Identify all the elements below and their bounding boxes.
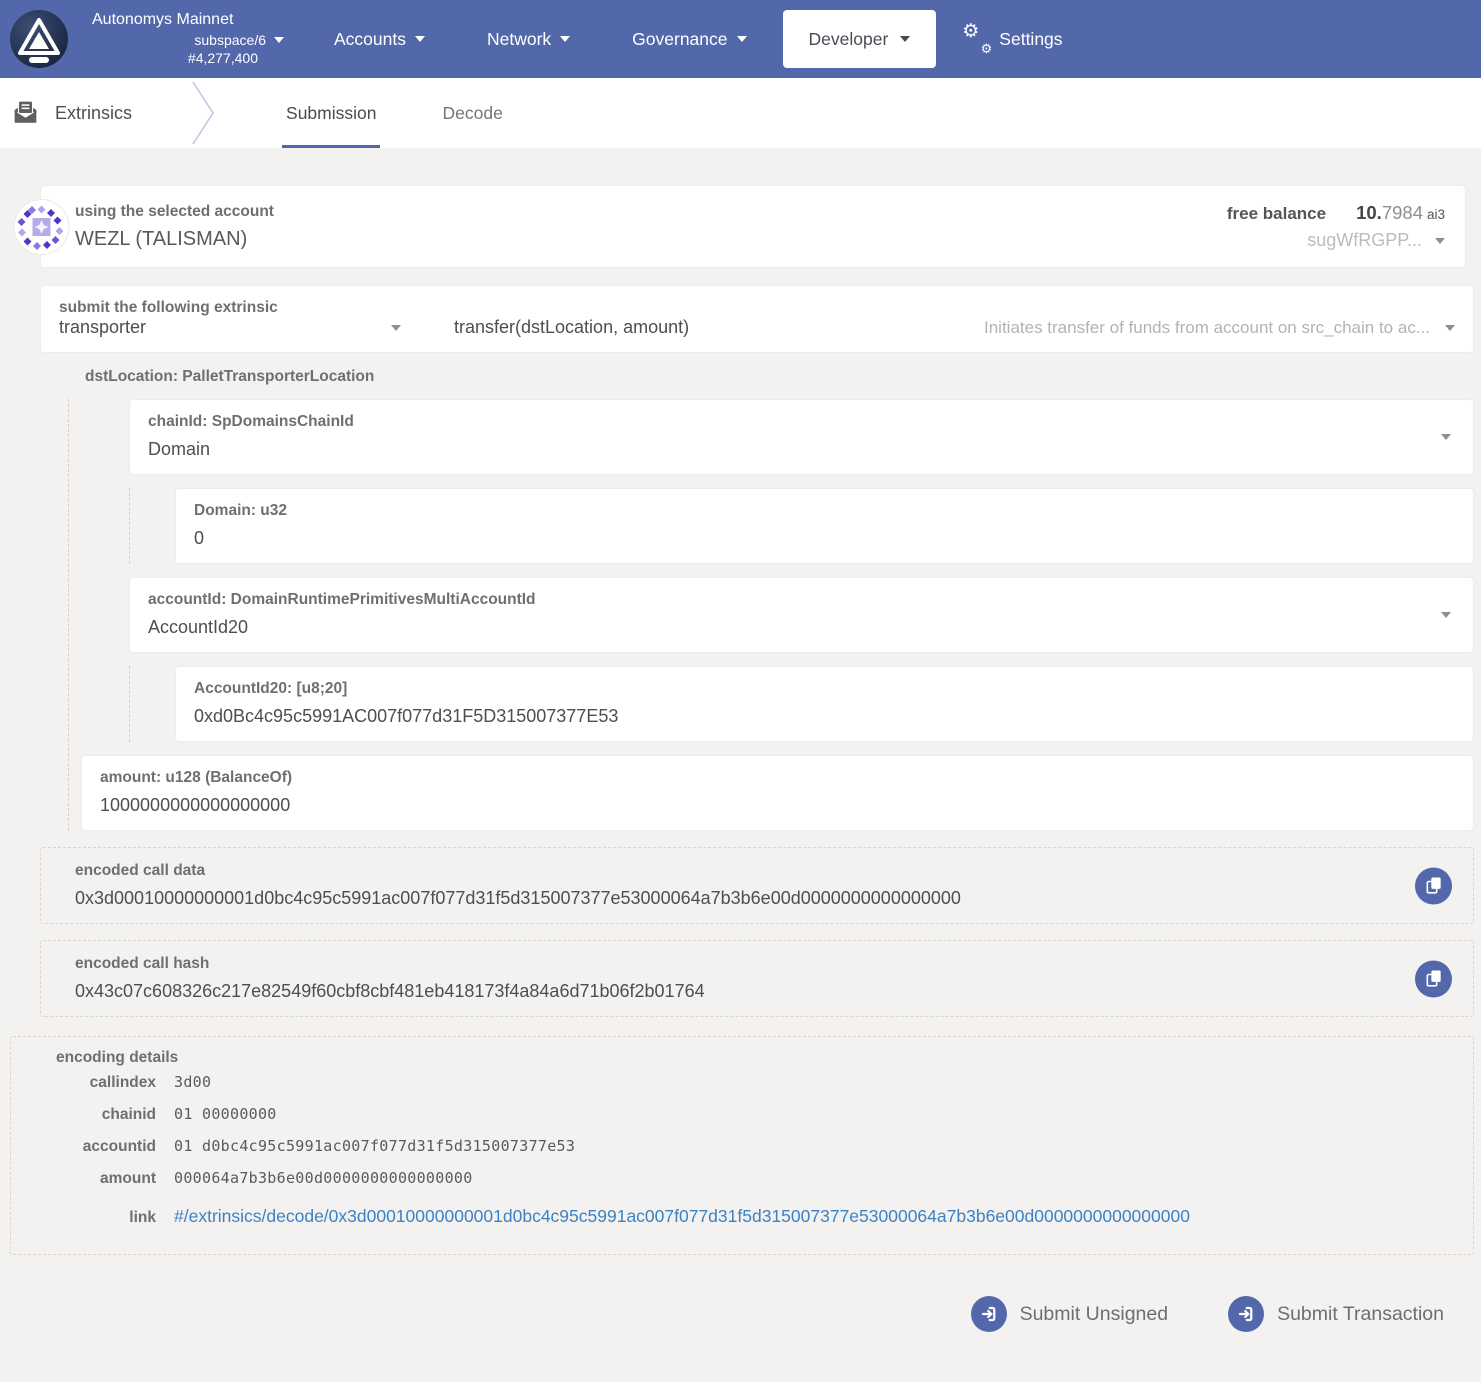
encoded-call-hash-box: encoded call hash 0x43c07c608326c217e825…	[40, 940, 1474, 1017]
detail-row-chainid: chainid 01 00000000	[31, 1105, 1453, 1137]
envelope-open-text-icon	[12, 100, 39, 126]
extrinsic-section: submit the following extrinsic transport…	[40, 285, 1474, 831]
encoded-call-data-box: encoded call data 0x3d00010000000001d0bc…	[40, 847, 1474, 924]
detail-row-amount: amount 000064a7b3b6e00d0000000000000000	[31, 1169, 1453, 1201]
method-select[interactable]: Initiates transfer of funds from account…	[984, 318, 1455, 338]
extrinsic-params: dstLocation: PalletTransporterLocation c…	[40, 368, 1474, 831]
chevron-down-icon	[1441, 612, 1451, 618]
chain-info: Autonomys Mainnet subspace/6 #4,277,400	[92, 10, 284, 67]
chevron-down-icon	[737, 36, 747, 42]
balance-int: 10.	[1356, 202, 1382, 223]
copy-icon	[1426, 877, 1442, 895]
nav-item-accounts[interactable]: Accounts	[334, 29, 425, 50]
nav-item-governance[interactable]: Governance	[632, 29, 746, 50]
chevron-down-icon	[900, 36, 910, 42]
runtime-selector[interactable]: subspace/6	[92, 31, 284, 49]
copy-call-data-button[interactable]	[1415, 867, 1452, 904]
param-amount-value: 1000000000000000000	[100, 795, 290, 815]
extrinsic-select-box: submit the following extrinsic transport…	[40, 285, 1474, 353]
encoded-call-data-value: 0x3d00010000000001d0bc4c95c5991ac007f077…	[75, 888, 961, 908]
sign-in-arrow-icon	[971, 1296, 1007, 1332]
breadcrumb-separator	[190, 80, 216, 146]
account-name: WEZL (TALISMAN)	[75, 228, 274, 251]
page-tabbar: Extrinsics Submission Decode	[0, 78, 1481, 148]
main-nav: Accounts Network Governance Developer ⚙⚙…	[334, 10, 1063, 68]
encoded-call-hash-label: encoded call hash	[75, 955, 1383, 973]
chevron-down-icon	[1441, 434, 1451, 440]
param-domain-value: 0	[194, 528, 204, 548]
chain-name: Autonomys Mainnet	[92, 10, 284, 31]
account-selector[interactable]: using the selected account WEZL (TALISMA…	[40, 185, 1466, 268]
nav-item-network[interactable]: Network	[487, 29, 570, 50]
balance-unit: ai3	[1427, 207, 1445, 222]
param-accountid-select[interactable]: accountId: DomainRuntimePrimitivesMultiA…	[129, 577, 1474, 653]
selected-account: using the selected account WEZL (TALISMA…	[75, 203, 274, 251]
encoded-call-hash-value: 0x43c07c608326c217e82549f60cbf8cbf481eb4…	[75, 981, 705, 1001]
param-nesting-level-2: Domain: u32 0	[129, 488, 1474, 564]
copy-call-hash-button[interactable]	[1415, 960, 1452, 997]
balance-frac: 7984	[1382, 202, 1423, 223]
param-accountid-value: AccountId20	[148, 617, 248, 637]
free-balance: free balance 10.7984ai3	[1227, 202, 1445, 224]
account-label: using the selected account	[75, 203, 274, 221]
account-address-dropdown[interactable]: sugWfRGPP...	[1227, 230, 1445, 251]
chevron-down-icon	[1445, 325, 1455, 331]
param-chainid-value: Domain	[148, 439, 210, 459]
method-name: transfer(dstLocation, amount)	[454, 317, 689, 338]
param-nesting-level-2b: AccountId20: [u8;20] 0xd0Bc4c95c5991AC00…	[129, 666, 1474, 742]
decode-link[interactable]: #/extrinsics/decode/0x3d00010000000001d0…	[174, 1206, 1190, 1227]
submit-transaction-button[interactable]: Submit Transaction	[1222, 1295, 1450, 1333]
chevron-down-icon	[274, 37, 284, 43]
param-domain-input[interactable]: Domain: u32 0	[175, 488, 1474, 564]
best-block-number: #4,277,400	[92, 49, 284, 67]
action-buttons: Submit Unsigned Submit Transaction	[0, 1295, 1450, 1333]
account-identicon	[13, 198, 70, 255]
runtime-label: subspace/6	[194, 31, 266, 49]
encoding-details-box: encoding details callindex 3d00 chainid …	[10, 1036, 1474, 1255]
param-dstlocation-label: dstLocation: PalletTransporterLocation	[40, 368, 1474, 386]
top-navbar: Autonomys Mainnet subspace/6 #4,277,400 …	[0, 0, 1481, 78]
tab-decode[interactable]: Decode	[430, 78, 514, 148]
chevron-down-icon	[415, 36, 425, 42]
sign-in-arrow-icon	[1228, 1296, 1264, 1332]
main-content: using the selected account WEZL (TALISMA…	[0, 148, 1481, 1333]
chevron-down-icon	[560, 36, 570, 42]
chevron-down-icon	[1435, 238, 1445, 244]
param-accountid20-input[interactable]: AccountId20: [u8;20] 0xd0Bc4c95c5991AC00…	[175, 666, 1474, 742]
detail-row-accountid: accountid 01 d0bc4c95c5991ac007f077d31f5…	[31, 1137, 1453, 1169]
tab-submission[interactable]: Submission	[274, 78, 388, 148]
section-head: Extrinsics	[12, 78, 132, 148]
nav-item-settings[interactable]: ⚙⚙ Settings	[964, 26, 1062, 52]
account-address-short: sugWfRGPP...	[1307, 230, 1422, 251]
account-balance-block: free balance 10.7984ai3 sugWfRGPP...	[1227, 202, 1445, 251]
extrinsic-label: submit the following extrinsic	[59, 299, 278, 316]
pallet-select[interactable]: transporter	[59, 317, 401, 338]
chevron-down-icon	[391, 325, 401, 331]
nav-item-developer-active[interactable]: Developer	[783, 10, 937, 68]
method-description: Initiates transfer of funds from account…	[984, 318, 1430, 338]
detail-row-link: link #/extrinsics/decode/0x3d00010000000…	[31, 1206, 1453, 1238]
autonomys-logo-icon[interactable]	[8, 8, 70, 70]
param-nesting-level-1: chainId: SpDomainsChainId Domain Domain:…	[68, 399, 1474, 831]
param-amount-input[interactable]: amount: u128 (BalanceOf) 100000000000000…	[81, 755, 1474, 831]
encoded-call-data-label: encoded call data	[75, 862, 1383, 880]
gear-icon: ⚙⚙	[964, 26, 990, 52]
page-title: Extrinsics	[55, 103, 132, 124]
param-chainid-select[interactable]: chainId: SpDomainsChainId Domain	[129, 399, 1474, 475]
encoding-details-title: encoding details	[56, 1049, 1453, 1067]
submit-unsigned-button[interactable]: Submit Unsigned	[965, 1295, 1175, 1333]
detail-row-callindex: callindex 3d00	[31, 1073, 1453, 1105]
copy-icon	[1426, 970, 1442, 988]
pallet-name: transporter	[59, 317, 146, 338]
tabs: Submission Decode	[274, 78, 557, 148]
param-accountid20-value: 0xd0Bc4c95c5991AC007f077d31F5D315007377E…	[194, 706, 618, 726]
